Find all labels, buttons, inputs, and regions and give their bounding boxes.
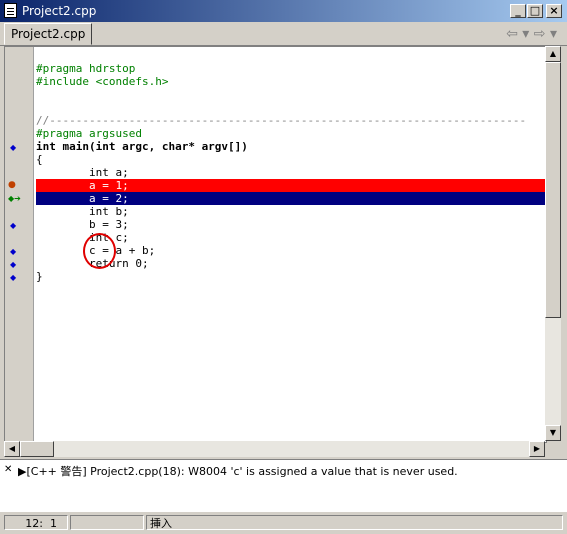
code-line: }	[36, 270, 43, 283]
back-arrow-icon[interactable]: ⇦ ▾	[506, 26, 529, 42]
maximize-button[interactable]: □	[527, 4, 543, 18]
close-icon[interactable]: ✕	[4, 464, 12, 475]
gutter[interactable]: ◆ ● ◆➔ ◆ ◆ ◆ ◆	[5, 47, 34, 442]
message-line[interactable]: ▶[C++ 警告] Project2.cpp(18): W8004 'c' is…	[18, 463, 458, 479]
breakpoint-line: a = 1;	[36, 179, 546, 192]
status-modified	[70, 515, 144, 530]
forward-arrow-icon[interactable]: ⇨ ▾	[534, 26, 557, 42]
execution-point-icon: ◆➔	[8, 194, 21, 203]
breakpoint-marker-icon: ◆	[10, 247, 17, 256]
vertical-scroll-thumb[interactable]	[545, 62, 561, 318]
code-line: int main(int argc, char* argv[])	[36, 140, 248, 153]
breakpoint-marker-icon: ◆	[10, 273, 17, 282]
code-line: int a;	[36, 166, 129, 179]
breakpoint-marker-icon: ◆	[10, 260, 17, 269]
highlight-circle	[83, 233, 116, 269]
scroll-down-icon[interactable]: ▼	[545, 425, 561, 441]
cursor-position: 12: 1	[4, 515, 68, 530]
window-title: Project2.cpp	[22, 4, 97, 18]
scroll-left-icon[interactable]: ◀	[4, 441, 20, 457]
code-line: b = 3;	[36, 218, 129, 231]
title-bar: Project2.cpp _ □ ×	[0, 0, 567, 22]
status-bar: 12: 1 挿入	[0, 512, 567, 534]
code-line: int b;	[36, 205, 129, 218]
code-line: //--------------------------------------…	[36, 114, 527, 127]
vertical-scrollbar[interactable]: ▲ ▼	[545, 46, 561, 441]
tab-project2-cpp[interactable]: Project2.cpp	[4, 23, 93, 45]
close-button[interactable]: ×	[546, 4, 562, 18]
code-line: #pragma hdrstop	[36, 62, 136, 75]
breakpoint-marker-icon: ◆	[10, 143, 17, 152]
code-line: {	[36, 153, 43, 166]
scroll-right-icon[interactable]: ▶	[529, 441, 545, 457]
breakpoint-marker-icon: ◆	[10, 221, 17, 230]
breakpoint-dot-icon[interactable]: ●	[8, 180, 16, 190]
horizontal-scroll-thumb[interactable]	[20, 441, 54, 457]
code-line: #include <condefs.h>	[36, 75, 169, 88]
document-icon	[4, 3, 17, 18]
execution-line: a = 2;	[36, 192, 546, 205]
message-panel: ✕ ▶[C++ 警告] Project2.cpp(18): W8004 'c' …	[0, 459, 567, 512]
insert-mode: 挿入	[146, 515, 563, 530]
scroll-up-icon[interactable]: ▲	[545, 46, 561, 62]
horizontal-scrollbar[interactable]: ◀ ▶	[4, 441, 545, 457]
minimize-button[interactable]: _	[510, 4, 526, 18]
code-line: #pragma argsused	[36, 127, 142, 140]
nav-buttons: ⇦ ▾ ⇨ ▾	[506, 26, 557, 42]
